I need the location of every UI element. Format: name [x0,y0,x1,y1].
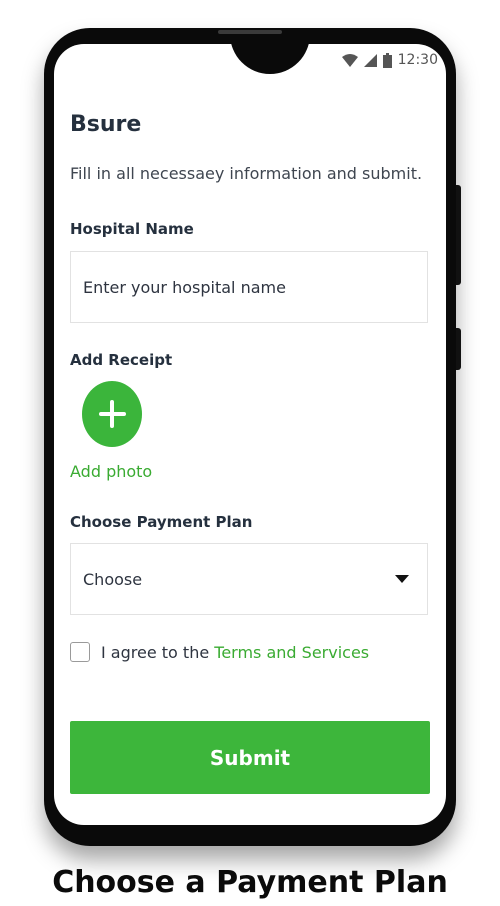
status-time: 12:30 [397,52,438,68]
status-bar: 12:30 [341,51,438,69]
add-receipt-label: Add Receipt [70,351,173,369]
volume-button [456,185,461,285]
form-instructions: Fill in all necessaey information and su… [70,164,423,183]
add-photo-button[interactable] [82,381,142,447]
submit-button[interactable]: Submit [70,721,430,794]
signal-icon [363,53,377,67]
promo-caption: Choose a Payment Plan [52,865,448,900]
terms-checkbox[interactable] [70,642,90,662]
terms-agreement: I agree to the Terms and Services [101,643,369,662]
terms-link[interactable]: Terms and Services [214,643,369,662]
payment-plan-label: Choose Payment Plan [70,513,253,531]
speaker-grille [218,30,282,34]
camera-notch [230,44,310,74]
add-photo-link[interactable]: Add photo [70,462,152,481]
app-title: Bsure [70,112,142,137]
hospital-name-label: Hospital Name [70,220,194,238]
phone-screen: 12:30 Bsure Fill in all necessaey inform… [54,44,446,825]
payment-plan-select[interactable]: Choose [70,543,428,615]
hospital-name-input[interactable]: Enter your hospital name [70,251,428,323]
wifi-icon [341,53,358,67]
caret-down-icon [395,575,409,583]
hospital-name-placeholder: Enter your hospital name [83,277,286,297]
payment-plan-selected: Choose [83,569,143,589]
power-button [456,328,461,370]
terms-prefix: I agree to the [101,643,215,662]
battery-icon [382,52,392,68]
